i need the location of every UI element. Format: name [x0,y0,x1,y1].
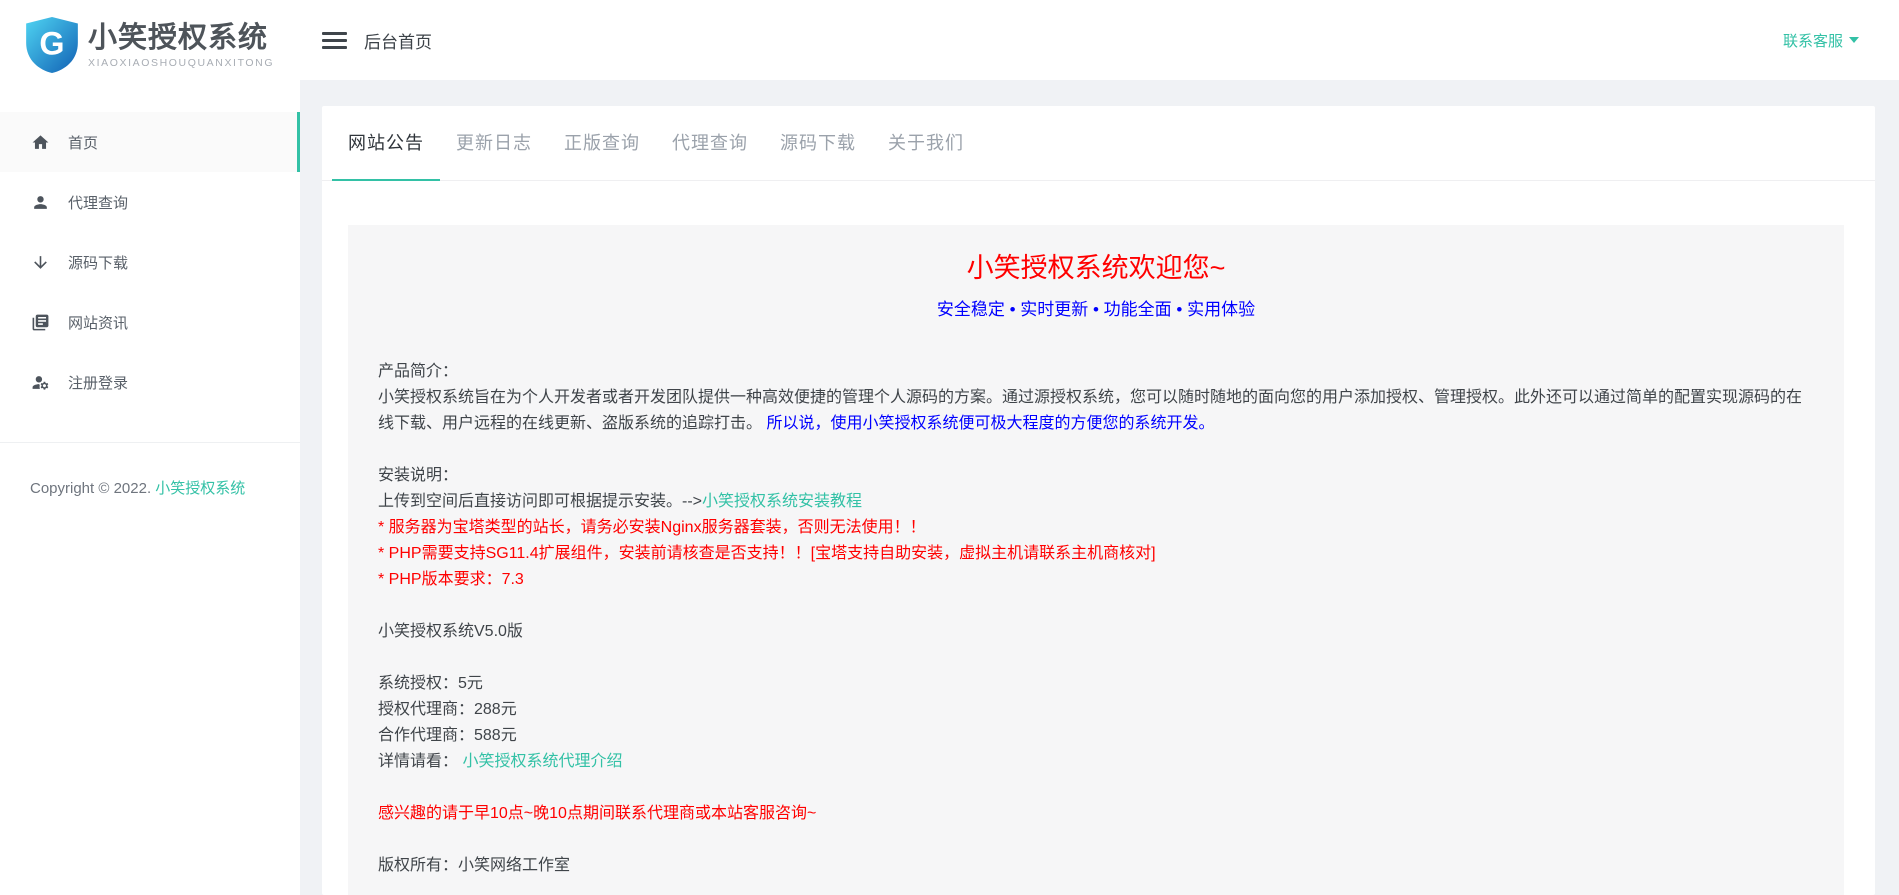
text-segment: 所以说，使用小笑授权系统便可极大程度的方便您的系统开发。 [762,415,1214,432]
sidebar-item-label: 注册登录 [68,372,128,393]
announcement-line: 授权代理商：288元 [378,697,1814,723]
sidebar-item-label: 网站资讯 [68,312,128,333]
announcement-blank-line [378,775,1814,801]
announcement-line: * PHP需要支持SG11.4扩展组件，安装前请核查是否支持！！[宝塔支持自助安… [378,541,1814,567]
chevron-down-icon [1849,37,1859,43]
sidebar-item-label: 首页 [68,132,98,153]
download-icon [31,253,50,272]
announcement-line: 产品简介： [378,359,1814,385]
tab-bar: 网站公告更新日志正版查询代理查询源码下载关于我们 [322,106,1875,181]
contact-service-label: 联系客服 [1783,30,1843,51]
text-segment: * PHP版本要求：7.3 [378,571,524,588]
copyright-brand-link[interactable]: 小笑授权系统 [155,480,245,497]
announcement-blank-line [378,645,1814,671]
svg-text:G: G [39,26,64,62]
news-icon [31,313,50,332]
inline-link[interactable]: 小笑授权系统安装教程 [702,493,862,510]
hamburger-menu-icon[interactable] [322,28,347,53]
announcement-panel: 小笑授权系统欢迎您~ 安全稳定 • 实时更新 • 功能全面 • 实用体验 产品简… [348,225,1844,895]
text-segment: 安装说明： [378,467,458,484]
announcement-blank-line [378,593,1814,619]
sidebar-item-2[interactable]: 源码下载 [0,232,300,292]
text-segment: 小笑授权系统V5.0版 [378,623,523,640]
sidebar-item-3[interactable]: 网站资讯 [0,292,300,352]
brand-subtitle: XIAOXIAOSHOUQUANXITONG [88,57,274,69]
announcement-blank-line [378,827,1814,853]
announcement-line: 上传到空间后直接访问即可根据提示安装。-->小笑授权系统安装教程 [378,489,1814,515]
text-segment: 感兴趣的请于早10点~晚10点期间联系代理商或本站客服咨询~ [378,805,816,822]
announcement-body: 产品简介： 小笑授权系统旨在为个人开发者或者开发团队提供一种高效便捷的管理个人源码… [378,359,1814,879]
text-segment: 版权所有：小笑网络工作室 [378,857,570,874]
announcement-line: 合作代理商：588元 [378,723,1814,749]
announcement-line: 安装说明： [378,463,1814,489]
announcement-line: 版权所有：小笑网络工作室 [378,853,1814,879]
tab-4[interactable]: 源码下载 [764,106,872,181]
text-segment: * PHP需要支持SG11.4扩展组件，安装前请核查是否支持！！[宝塔支持自助安… [378,545,1156,562]
person-icon [31,193,50,212]
announcement-line: 详情请看： 小笑授权系统代理介绍 [378,749,1814,775]
page-title: 后台首页 [364,28,432,53]
announcement-line: * PHP版本要求：7.3 [378,567,1814,593]
sidebar-item-0[interactable]: 首页 [0,112,300,172]
tab-5[interactable]: 关于我们 [872,106,980,181]
announcement-line: 小笑授权系统旨在为个人开发者或者开发团队提供一种高效便捷的管理个人源码的方案。通… [378,385,1814,437]
copyright-text: Copyright © 2022. [30,480,155,497]
text-segment: 合作代理商：588元 [378,727,517,744]
tab-3[interactable]: 代理查询 [656,106,764,181]
text-segment: 授权代理商：288元 [378,701,517,718]
text-segment: * 服务器为宝塔类型的站长，请务必安装Nginx服务器套装，否则无法使用！！ [378,519,926,536]
brand: G 小笑授权系统 XIAOXIAOSHOUQUANXITONG [0,0,300,90]
announcement-line: * 服务器为宝塔类型的站长，请务必安装Nginx服务器套装，否则无法使用！！ [378,515,1814,541]
sidebar-item-1[interactable]: 代理查询 [0,172,300,232]
sidebar-item-4[interactable]: 注册登录 [0,352,300,412]
sidebar-item-label: 代理查询 [68,192,128,213]
announcement-line: 系统授权：5元 [378,671,1814,697]
announcement-line: 小笑授权系统V5.0版 [378,619,1814,645]
sidebar-menu: 首页代理查询源码下载网站资讯注册登录 [0,90,300,412]
announcement-card: 网站公告更新日志正版查询代理查询源码下载关于我们 小笑授权系统欢迎您~ 安全稳定… [322,106,1875,895]
announcement-blank-line [378,437,1814,463]
text-segment: 详情请看： [378,753,462,770]
tab-0[interactable]: 网站公告 [332,106,440,181]
text-segment: 上传到空间后直接访问即可根据提示安装。--> [378,493,702,510]
brand-shield-logo-icon: G [26,17,78,73]
topbar: 后台首页 联系客服 [300,0,1899,80]
register-icon [31,373,50,392]
text-segment: 产品简介： [378,363,458,380]
announcement-line: 感兴趣的请于早10点~晚10点期间联系代理商或本站客服咨询~ [378,801,1814,827]
inline-link[interactable]: 小笑授权系统代理介绍 [462,753,622,770]
home-icon [31,133,50,152]
sidebar: G 小笑授权系统 XIAOXIAOSHOUQUANXITONG 首页代理查询源码… [0,0,300,895]
sidebar-divider [0,442,300,443]
tab-1[interactable]: 更新日志 [440,106,548,181]
text-segment: 系统授权：5元 [378,675,483,692]
tab-2[interactable]: 正版查询 [548,106,656,181]
contact-service-dropdown[interactable]: 联系客服 [1783,30,1859,51]
brand-title: 小笑授权系统 [88,22,274,54]
sidebar-copyright: Copyright © 2022. 小笑授权系统 [0,476,300,502]
announcement-title: 小笑授权系统欢迎您~ [378,251,1814,285]
main-content: 网站公告更新日志正版查询代理查询源码下载关于我们 小笑授权系统欢迎您~ 安全稳定… [300,80,1899,895]
sidebar-item-label: 源码下载 [68,252,128,273]
announcement-subtitle: 安全稳定 • 实时更新 • 功能全面 • 实用体验 [378,298,1814,322]
